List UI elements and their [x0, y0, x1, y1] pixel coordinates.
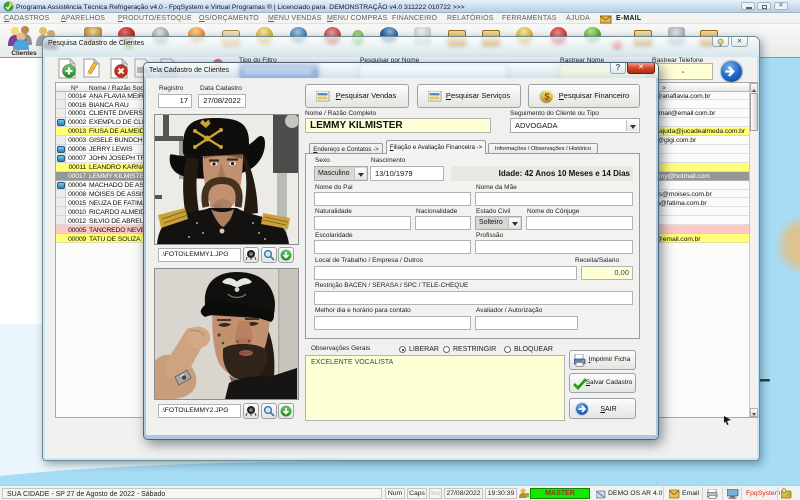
svg-text:$: $ — [544, 92, 549, 102]
